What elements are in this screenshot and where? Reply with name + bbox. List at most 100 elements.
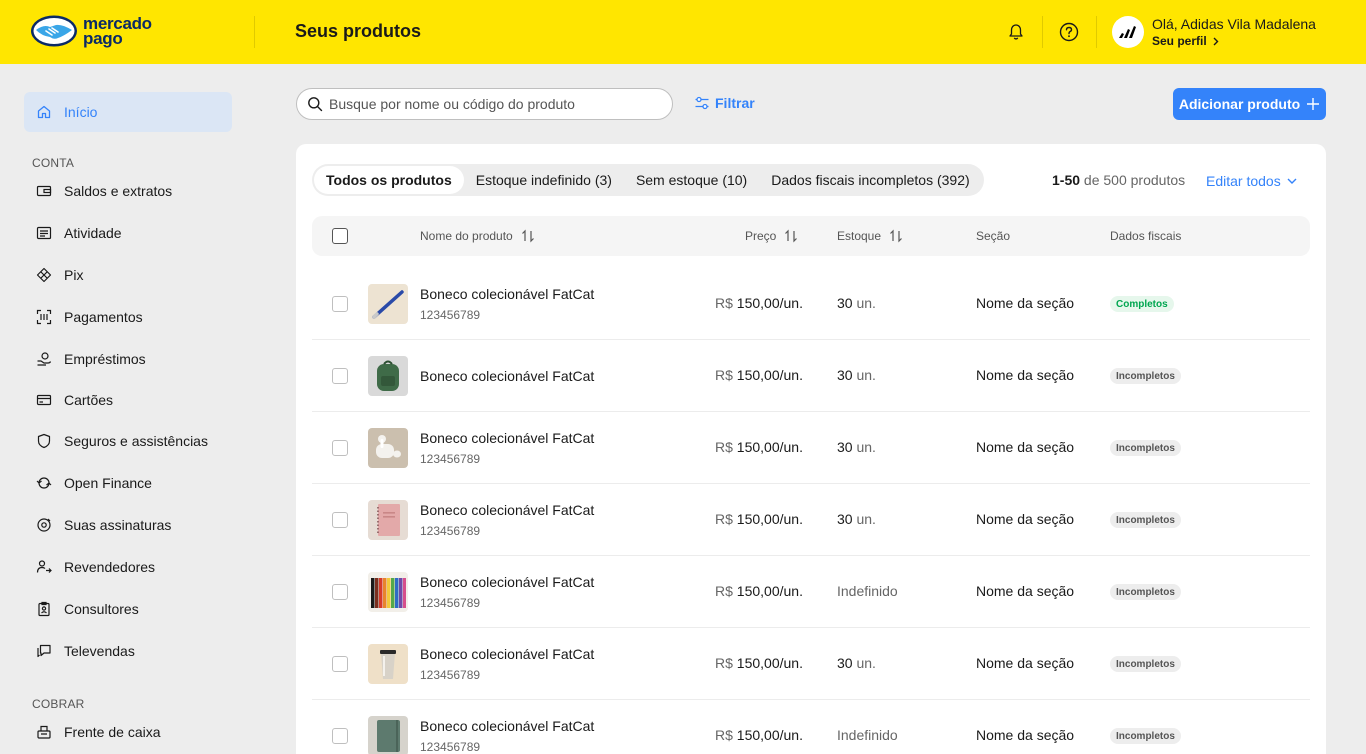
tab-sem-estoque[interactable]: Sem estoque (10) <box>624 166 759 194</box>
pagination-summary: 1-50 de 500 produtos <box>1052 172 1186 188</box>
sidebar-item-seguros[interactable]: Seguros e assistências <box>36 430 208 452</box>
tab-estoque-indefinido[interactable]: Estoque indefinido (3) <box>464 166 624 194</box>
status-badge: Incompletos <box>1110 728 1181 744</box>
sidebar-item-pagamentos[interactable]: Pagamentos <box>36 306 143 328</box>
notification-bell-icon[interactable] <box>1004 20 1028 44</box>
search-bar[interactable] <box>296 88 673 120</box>
product-stock: 30 un. <box>837 439 876 455</box>
product-section: Nome da seção <box>976 727 1075 743</box>
search-input[interactable] <box>329 96 649 112</box>
table-row[interactable]: Boneco colecionável FatCat 123456789 R$ … <box>312 412 1310 484</box>
product-thumbnail <box>368 500 408 540</box>
row-checkbox[interactable] <box>332 728 348 744</box>
filter-button[interactable]: Filtrar <box>694 95 755 111</box>
table-row[interactable]: Boneco colecionável FatCat 123456789 R$ … <box>312 628 1310 700</box>
product-thumbnail <box>368 284 408 324</box>
product-price: R$ 150,00/un. <box>715 295 803 311</box>
row-checkbox[interactable] <box>332 656 348 672</box>
row-checkbox[interactable] <box>332 440 348 456</box>
backpack-image-icon <box>368 356 408 396</box>
table-row[interactable]: Boneco colecionável FatCat 123456789 R$ … <box>312 556 1310 628</box>
product-name[interactable]: Boneco colecionável FatCat <box>420 368 594 384</box>
badge-icon <box>36 601 52 617</box>
notebook-image-icon <box>368 500 408 540</box>
row-checkbox[interactable] <box>332 584 348 600</box>
product-stock: Indefinido <box>837 727 898 743</box>
product-thumbnail <box>368 356 408 396</box>
add-product-button[interactable]: Adicionar produto <box>1173 88 1326 120</box>
sidebar-item-inicio[interactable]: Início <box>24 92 232 132</box>
open-finance-icon <box>36 475 52 491</box>
product-name[interactable]: Boneco colecionável FatCat <box>420 718 594 734</box>
product-price: R$ 150,00/un. <box>715 655 803 671</box>
page-title: Seus produtos <box>295 21 422 41</box>
avatar[interactable] <box>1112 16 1144 48</box>
tab-todos-os-produtos[interactable]: Todos os produtos <box>314 166 464 194</box>
profile-link[interactable]: Seu perfil <box>1152 34 1219 48</box>
row-checkbox[interactable] <box>332 512 348 528</box>
product-thumbnail <box>368 716 408 754</box>
reseller-icon <box>36 559 52 575</box>
sidebar-section-title: COBRAR <box>32 697 85 711</box>
sidebar-item-atividade[interactable]: Atividade <box>36 222 122 244</box>
card-icon <box>36 392 52 408</box>
product-thumbnail <box>368 572 408 612</box>
header-separator <box>1042 16 1043 48</box>
loan-icon <box>36 351 52 367</box>
table-row[interactable]: Boneco colecionável FatCat 123456789 R$ … <box>312 268 1310 340</box>
table-row[interactable]: Boneco colecionável FatCat R$ 150,00/un.… <box>312 340 1310 412</box>
tab-dados-fiscais-incompletos[interactable]: Dados fiscais incompletos (392) <box>759 166 981 194</box>
product-name[interactable]: Boneco colecionável FatCat <box>420 502 594 518</box>
sidebar-item-cartoes[interactable]: Cartões <box>36 389 113 411</box>
row-checkbox[interactable] <box>332 368 348 384</box>
chat-icon <box>36 643 52 659</box>
product-thumbnail <box>368 428 408 468</box>
products-card: Todos os produtos Estoque indefinido (3)… <box>296 144 1326 754</box>
row-checkbox[interactable] <box>332 296 348 312</box>
product-name[interactable]: Boneco colecionável FatCat <box>420 574 594 590</box>
logo-wordmark: mercado pago <box>83 14 152 48</box>
product-name[interactable]: Boneco colecionável FatCat <box>420 646 594 662</box>
sidebar-item-open-finance[interactable]: Open Finance <box>36 472 152 494</box>
table-row[interactable]: Boneco colecionável FatCat 123456789 R$ … <box>312 700 1310 754</box>
sidebar-item-consultores[interactable]: Consultores <box>36 598 139 620</box>
plus-icon <box>1307 98 1320 110</box>
sidebar-item-revendedores[interactable]: Revendedores <box>36 556 155 578</box>
wallet-icon <box>36 183 52 199</box>
product-price: R$ 150,00/un. <box>715 583 803 599</box>
earbuds-image-icon <box>368 428 408 468</box>
mercado-pago-logo[interactable]: mercado pago <box>30 14 152 48</box>
product-thumbnail <box>368 644 408 684</box>
column-header-name[interactable]: Nome do produto <box>420 229 535 243</box>
select-all-checkbox[interactable] <box>332 228 348 244</box>
product-name[interactable]: Boneco colecionável FatCat <box>420 430 594 446</box>
status-badge: Incompletos <box>1110 440 1181 456</box>
edit-all-dropdown[interactable]: Editar todos <box>1206 173 1297 189</box>
help-icon[interactable] <box>1057 20 1081 44</box>
sidebar: Início CONTA Saldos e extratos Atividade… <box>0 64 256 754</box>
sidebar-item-saldos[interactable]: Saldos e extratos <box>36 180 172 202</box>
table-header: Nome do produto Preço Estoque Seção Dado… <box>312 216 1310 256</box>
filter-tabs: Todos os produtos Estoque indefinido (3)… <box>312 164 984 196</box>
sidebar-item-emprestimos[interactable]: Empréstimos <box>36 348 146 370</box>
product-price: R$ 150,00/un. <box>715 727 803 743</box>
product-section: Nome da seção <box>976 583 1075 599</box>
column-header-price[interactable]: Preço <box>745 229 798 243</box>
journal-image-icon <box>368 716 408 754</box>
product-stock: 30 un. <box>837 511 876 527</box>
header-divider <box>254 16 255 48</box>
product-code: 123456789 <box>420 452 481 466</box>
product-code: 123456789 <box>420 524 481 538</box>
status-badge: Incompletos <box>1110 368 1181 384</box>
sidebar-item-assinaturas[interactable]: Suas assinaturas <box>36 514 171 536</box>
sidebar-item-frente-de-caixa[interactable]: Frente de caixa <box>36 721 161 743</box>
sidebar-item-televendas[interactable]: Televendas <box>36 640 135 662</box>
chevron-down-icon <box>1287 178 1297 184</box>
product-name[interactable]: Boneco colecionável FatCat <box>420 286 594 302</box>
table-row[interactable]: Boneco colecionável FatCat 123456789 R$ … <box>312 484 1310 556</box>
activity-icon <box>36 225 52 241</box>
sidebar-item-pix[interactable]: Pix <box>36 264 83 286</box>
column-header-stock[interactable]: Estoque <box>837 229 903 243</box>
product-code: 123456789 <box>420 740 481 754</box>
column-header-section: Seção <box>976 229 1011 243</box>
